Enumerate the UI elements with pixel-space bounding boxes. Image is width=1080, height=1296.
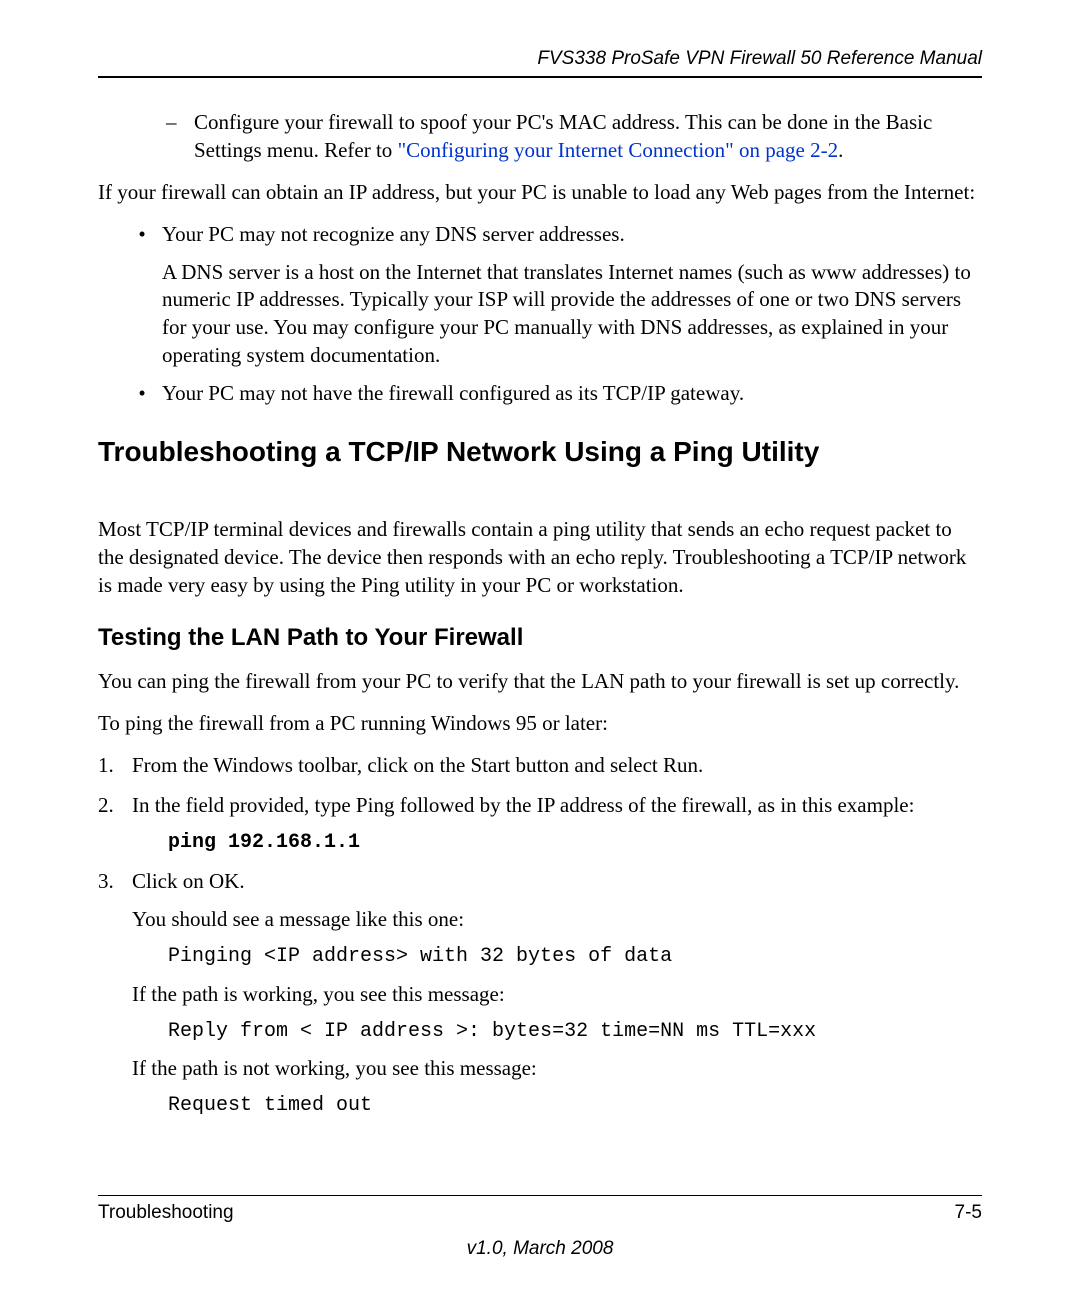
code-sample-bold: ping 192.168.1.1 [168, 830, 982, 857]
footer-left: Troubleshooting [98, 1202, 234, 1224]
running-header: FVS338 ProSafe VPN Firewall 50 Reference… [98, 48, 982, 70]
footer: Troubleshooting 7-5 v1.0, March 2008 [98, 1167, 982, 1260]
step-text: Click on OK. [132, 868, 982, 896]
step-number: 1. [98, 752, 132, 780]
paragraph: To ping the firewall from a PC running W… [98, 710, 982, 738]
numbered-list: 1. From the Windows toolbar, click on th… [98, 752, 982, 1130]
dash-text-post: . [838, 138, 843, 162]
bullet-item: • Your PC may not have the firewall conf… [130, 380, 982, 408]
paragraph: If your firewall can obtain an IP addres… [98, 179, 982, 207]
step-para: You should see a message like this one: [132, 906, 982, 934]
step-para: If the path is not working, you see this… [132, 1055, 982, 1083]
dash-content: Configure your firewall to spoof your PC… [194, 108, 982, 165]
bullet-content: Your PC may not recognize any DNS server… [162, 221, 982, 371]
footer-page-number: 7-5 [955, 1202, 982, 1224]
bullet-content: Your PC may not have the firewall config… [162, 380, 982, 408]
code-sample: Reply from < IP address >: bytes=32 time… [168, 1019, 982, 1046]
bullet-list: • Your PC may not recognize any DNS serv… [98, 221, 982, 409]
step-body: Click on OK. You should see a message li… [132, 868, 982, 1129]
step-1: 1. From the Windows toolbar, click on th… [98, 752, 982, 780]
bullet-lead: Your PC may not have the firewall config… [162, 380, 982, 408]
step-body: From the Windows toolbar, click on the S… [132, 752, 982, 780]
cross-ref-link[interactable]: "Configuring your Internet Connection" o… [398, 138, 839, 162]
dash-item: – Configure your firewall to spoof your … [166, 108, 982, 165]
bullet-lead: Your PC may not recognize any DNS server… [162, 221, 982, 249]
step-number: 3. [98, 868, 132, 1129]
step-3: 3. Click on OK. You should see a message… [98, 868, 982, 1129]
step-text: In the field provided, type Ping followe… [132, 792, 982, 820]
paragraph: Most TCP/IP terminal devices and firewal… [98, 516, 982, 600]
paragraph: You can ping the firewall from your PC t… [98, 668, 982, 696]
page: FVS338 ProSafe VPN Firewall 50 Reference… [0, 0, 1080, 1296]
bullet-mark: • [130, 380, 162, 408]
step-para: If the path is working, you see this mes… [132, 981, 982, 1009]
step-2: 2. In the field provided, type Ping foll… [98, 792, 982, 857]
dash-mark: – [166, 108, 194, 165]
step-number: 2. [98, 792, 132, 857]
dash-list: – Configure your firewall to spoof your … [98, 108, 982, 165]
rule-bottom [98, 1195, 982, 1196]
subsection-heading: Testing the LAN Path to Your Firewall [98, 624, 982, 652]
step-body: In the field provided, type Ping followe… [132, 792, 982, 857]
footer-version: v1.0, March 2008 [98, 1238, 982, 1260]
section-heading: Troubleshooting a TCP/IP Network Using a… [98, 436, 982, 468]
rule-top [98, 76, 982, 78]
code-sample: Request timed out [168, 1093, 982, 1120]
code-sample: Pinging <IP address> with 32 bytes of da… [168, 944, 982, 971]
footer-row: Troubleshooting 7-5 [98, 1202, 982, 1224]
bullet-mark: • [130, 221, 162, 371]
bullet-item: • Your PC may not recognize any DNS serv… [130, 221, 982, 371]
bullet-sub: A DNS server is a host on the Internet t… [162, 259, 982, 371]
